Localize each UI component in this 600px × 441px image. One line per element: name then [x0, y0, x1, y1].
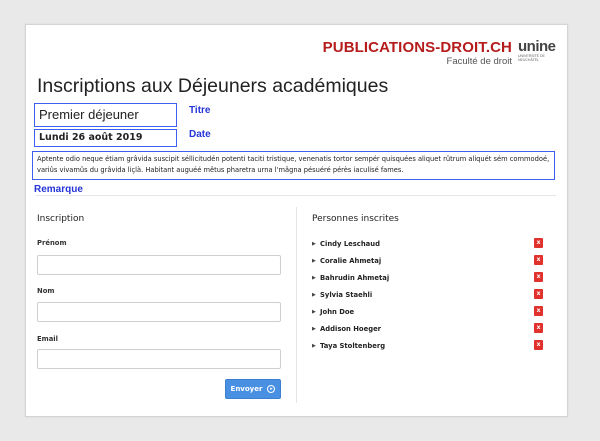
date-label: Date [189, 129, 211, 140]
prenom-label: Prénom [37, 239, 67, 247]
person-name: Addison Hoeger [320, 324, 382, 333]
delete-person-button[interactable]: x [534, 255, 543, 265]
nom-input[interactable] [37, 302, 281, 322]
prenom-input[interactable] [37, 255, 281, 275]
person-item: ▶ Addison Hoeger x [312, 320, 558, 337]
delete-person-button[interactable]: x [534, 323, 543, 333]
page-title: Inscriptions aux Déjeuners académiques [37, 75, 389, 97]
section-divider [36, 195, 556, 196]
email-input[interactable] [37, 349, 281, 369]
caret-right-icon: ▶ [312, 308, 316, 315]
arrow-circle-right-icon: ▸ [267, 385, 276, 393]
nom-label: Nom [37, 287, 55, 295]
person-name: Bahrudin Ahmetaj [320, 273, 390, 282]
caret-right-icon: ▶ [312, 291, 316, 298]
delete-person-button[interactable]: x [534, 238, 543, 248]
inscription-title: Inscription [37, 214, 85, 224]
delete-person-button[interactable]: x [534, 289, 543, 299]
remark-label: Remarque [34, 184, 83, 195]
delete-person-button[interactable]: x [534, 340, 543, 350]
person-item: ▶ Sylvia Staehli x [312, 286, 558, 303]
person-item: ▶ Bahrudin Ahmetaj x [312, 269, 558, 286]
logo-text: unine [518, 38, 556, 55]
event-title-field[interactable]: Premier déjeuner [34, 103, 177, 127]
page-container: PUBLICATIONS-DROIT.CH Faculté de droit u… [25, 24, 568, 417]
caret-right-icon: ▶ [312, 325, 316, 332]
event-date-field[interactable]: Lundi 26 août 2019 [34, 129, 177, 147]
event-remark-field[interactable]: Aptente odio neque étiam grâvida suscipi… [32, 151, 555, 180]
email-label: Email [37, 335, 58, 343]
caret-right-icon: ▶ [312, 342, 316, 349]
person-name: Cindy Leschaud [320, 239, 380, 248]
delete-person-button[interactable]: x [534, 306, 543, 316]
person-name: Sylvia Staehli [320, 290, 373, 299]
person-name: Taya Stoltenberg [320, 341, 386, 350]
title-label: Titre [189, 105, 211, 116]
column-divider [296, 207, 297, 403]
university-logo[interactable]: unine UNIVERSITÉ DE NEUCHÂTEL [518, 38, 556, 65]
person-list: ▶ Cindy Leschaud x ▶ Coralie Ahmetaj x ▶ Bahrud… [312, 235, 558, 354]
delete-person-button[interactable]: x [534, 272, 543, 282]
caret-right-icon: ▶ [312, 240, 316, 247]
brand-subtitle: Faculté de droit [446, 56, 512, 67]
submit-button[interactable]: Envoyer ▸ [225, 379, 281, 399]
caret-right-icon: ▶ [312, 274, 316, 281]
person-item: ▶ Taya Stoltenberg x [312, 337, 558, 354]
person-name: Coralie Ahmetaj [320, 256, 382, 265]
person-item: ▶ John Doe x [312, 303, 558, 320]
inscrits-title: Personnes inscrites [312, 214, 399, 224]
brand-header: PUBLICATIONS-DROIT.CH Faculté de droit u… [323, 38, 556, 67]
person-item: ▶ Coralie Ahmetaj x [312, 252, 558, 269]
submit-button-label: Envoyer [230, 385, 263, 393]
brand-name[interactable]: PUBLICATIONS-DROIT.CH [323, 39, 512, 56]
caret-right-icon: ▶ [312, 257, 316, 264]
person-name: John Doe [320, 307, 355, 316]
logo-subtext: UNIVERSITÉ DE NEUCHÂTEL [518, 54, 545, 62]
person-item: ▶ Cindy Leschaud x [312, 235, 558, 252]
